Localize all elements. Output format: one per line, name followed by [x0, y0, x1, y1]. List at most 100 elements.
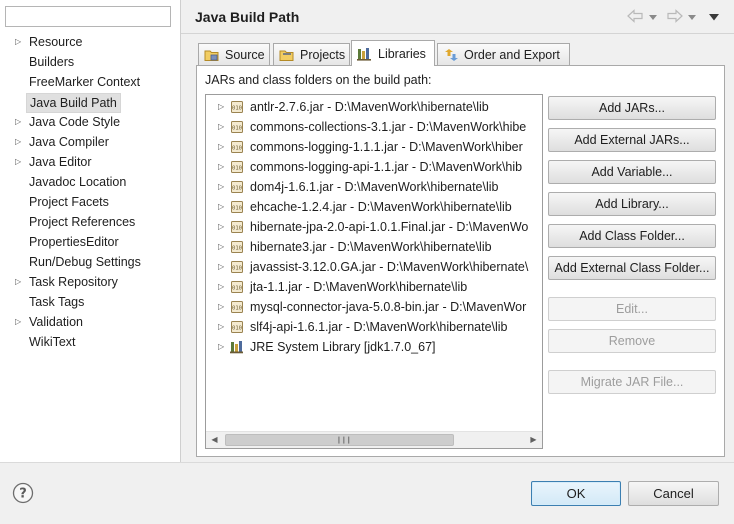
expand-arrow-icon[interactable]: ▷ — [218, 217, 224, 237]
forward-menu-icon[interactable] — [687, 12, 697, 22]
svg-text:?: ? — [19, 487, 27, 502]
back-arrow-icon[interactable] — [627, 9, 643, 23]
sidebar-item-java-compiler[interactable]: ▷ Java Compiler — [0, 132, 181, 152]
tab-label: Projects — [300, 47, 346, 62]
scroll-right-icon[interactable]: ▶ — [525, 432, 542, 448]
svg-text:010: 010 — [232, 106, 242, 112]
svg-text:010: 010 — [232, 246, 242, 252]
view-menu-icon[interactable] — [708, 12, 720, 22]
sidebar-item-freemarker-context[interactable]: FreeMarker Context — [0, 72, 181, 92]
filter-input[interactable] — [5, 6, 171, 27]
edit-button[interactable]: Edit... — [548, 297, 716, 321]
expand-arrow-icon[interactable]: ▷ — [218, 137, 224, 157]
library-item-jta[interactable]: ▷ 010 jta-1.1.jar - D:\MavenWork\hibernate… — [206, 277, 542, 297]
tab-source[interactable]: Source — [198, 43, 270, 65]
sidebar-item-javadoc-location[interactable]: Javadoc Location — [0, 172, 181, 192]
help-icon[interactable]: ? — [12, 482, 34, 504]
scrollbar-thumb[interactable]: ❙❙❙ — [225, 434, 454, 446]
jar-icon: 010 — [231, 181, 243, 193]
library-item-dom4j[interactable]: ▷ 010 dom4j-1.6.1.jar - D:\MavenWork\hiber… — [206, 177, 542, 197]
svg-text:010: 010 — [232, 146, 242, 152]
ok-button[interactable]: OK — [531, 481, 621, 506]
remove-button[interactable]: Remove — [548, 329, 716, 353]
horizontal-scrollbar[interactable]: ◀ ❙❙❙ ▶ — [206, 431, 542, 448]
svg-text:010: 010 — [232, 306, 242, 312]
tab-label: Order and Export — [464, 47, 560, 62]
add-class-folder-button[interactable]: Add Class Folder... — [548, 224, 716, 248]
expand-arrow-icon[interactable]: ▷ — [218, 117, 224, 137]
library-item-jre-system-library[interactable]: ▷ JRE System Library [jdk1.7.0_67] — [206, 337, 542, 357]
sidebar-item-builders[interactable]: Builders — [0, 52, 181, 72]
expand-arrow-icon[interactable]: ▷ — [218, 237, 224, 257]
expand-arrow-icon[interactable]: ▷ — [15, 112, 23, 132]
tab-libraries[interactable]: Libraries — [351, 40, 435, 66]
expand-arrow-icon[interactable]: ▷ — [218, 297, 224, 317]
library-item-commons-collections[interactable]: ▷ 010 commons-collections-3.1.jar - D:\Mav… — [206, 117, 542, 137]
expand-arrow-icon[interactable]: ▷ — [218, 337, 224, 357]
add-variable-button[interactable]: Add Variable... — [548, 160, 716, 184]
sidebar-item-java-build-path[interactable]: Java Build Path — [0, 92, 181, 113]
expand-arrow-icon[interactable]: ▷ — [218, 257, 224, 277]
migrate-jar-file-button[interactable]: Migrate JAR File... — [548, 370, 716, 394]
svg-text:010: 010 — [232, 166, 242, 172]
page-title: Java Build Path — [195, 9, 300, 25]
expand-arrow-icon[interactable]: ▷ — [218, 157, 224, 177]
svg-text:010: 010 — [232, 326, 242, 332]
sidebar-item-task-repository[interactable]: ▷ Task Repository — [0, 272, 181, 292]
sidebar-item-project-references[interactable]: Project References — [0, 212, 181, 232]
tab-label: Source — [225, 47, 265, 62]
library-item-mysql-connector[interactable]: ▷ 010 mysql-connector-java-5.0.8-bin.jar -… — [206, 297, 542, 317]
sidebar-item-project-facets[interactable]: Project Facets — [0, 192, 181, 212]
library-item-antlr[interactable]: ▷ 010 antlr-2.7.6.jar - D:\MavenWork\hiber… — [206, 97, 542, 117]
expand-arrow-icon[interactable]: ▷ — [218, 197, 224, 217]
jar-icon: 010 — [231, 281, 243, 293]
library-item-commons-logging-api[interactable]: ▷ 010 commons-logging-api-1.1.jar - D:\Mav… — [206, 157, 542, 177]
svg-text:010: 010 — [232, 266, 242, 272]
svg-text:010: 010 — [232, 226, 242, 232]
forward-arrow-icon[interactable] — [667, 9, 683, 23]
tab-projects[interactable]: Projects — [273, 43, 350, 65]
sidebar-item-wikitext[interactable]: WikiText — [0, 332, 181, 352]
library-item-commons-logging[interactable]: ▷ 010 commons-logging-1.1.1.jar - D:\Maven… — [206, 137, 542, 157]
expand-arrow-icon[interactable]: ▷ — [218, 177, 224, 197]
expand-arrow-icon[interactable]: ▷ — [15, 132, 23, 152]
expand-arrow-icon[interactable]: ▷ — [15, 32, 23, 52]
sidebar-item-java-editor[interactable]: ▷ Java Editor — [0, 152, 181, 172]
expand-arrow-icon[interactable]: ▷ — [15, 312, 23, 332]
back-menu-icon[interactable] — [648, 12, 658, 22]
projects-icon — [279, 50, 294, 61]
libraries-icon — [357, 47, 371, 61]
add-library-button[interactable]: Add Library... — [548, 192, 716, 216]
sidebar-item-validation[interactable]: ▷ Validation — [0, 312, 181, 332]
library-item-hibernate-jpa[interactable]: ▷ 010 hibernate-jpa-2.0-api-1.0.1.Final.ja… — [206, 217, 542, 237]
expand-arrow-icon[interactable]: ▷ — [15, 272, 23, 292]
expand-arrow-icon[interactable]: ▷ — [218, 97, 224, 117]
add-external-jars-button[interactable]: Add External JARs... — [548, 128, 716, 152]
property-page-list: ▷ Resource Builders FreeMarker Context Ja… — [0, 32, 181, 352]
sidebar-item-resource[interactable]: ▷ Resource — [0, 32, 181, 52]
jar-icon: 010 — [231, 261, 243, 273]
sidebar-item-run-debug-settings[interactable]: Run/Debug Settings — [0, 252, 181, 272]
sidebar-item-java-code-style[interactable]: ▷ Java Code Style — [0, 112, 181, 132]
jar-icon: 010 — [231, 221, 243, 233]
library-item-hibernate3[interactable]: ▷ 010 hibernate3.jar - D:\MavenWork\hibern… — [206, 237, 542, 257]
add-jars-button[interactable]: Add JARs... — [548, 96, 716, 120]
property-page-sidebar: ▷ Resource Builders FreeMarker Context Ja… — [0, 0, 181, 462]
sidebar-item-properties-editor[interactable]: PropertiesEditor — [0, 232, 181, 252]
library-item-slf4j-api[interactable]: ▷ 010 slf4j-api-1.6.1.jar - D:\MavenWork\h… — [206, 317, 542, 337]
cancel-button[interactable]: Cancel — [628, 481, 719, 506]
library-item-javassist[interactable]: ▷ 010 javassist-3.12.0.GA.jar - D:\MavenWo… — [206, 257, 542, 277]
library-list: ▷ 010 antlr-2.7.6.jar - D:\MavenWork\hiber… — [206, 97, 542, 357]
library-tree[interactable]: ▷ 010 antlr-2.7.6.jar - D:\MavenWork\hiber… — [205, 94, 543, 449]
svg-text:010: 010 — [232, 126, 242, 132]
expand-arrow-icon[interactable]: ▷ — [218, 317, 224, 337]
add-external-class-folder-button[interactable]: Add External Class Folder... — [548, 256, 716, 280]
expand-arrow-icon[interactable]: ▷ — [15, 152, 23, 172]
jar-icon: 010 — [231, 301, 243, 313]
tab-order-and-export[interactable]: Order and Export — [437, 43, 570, 65]
library-item-ehcache[interactable]: ▷ 010 ehcache-1.2.4.jar - D:\MavenWork\hib… — [206, 197, 542, 217]
sidebar-item-task-tags[interactable]: Task Tags — [0, 292, 181, 312]
svg-text:010: 010 — [232, 206, 242, 212]
scroll-left-icon[interactable]: ◀ — [206, 432, 223, 448]
expand-arrow-icon[interactable]: ▷ — [218, 277, 224, 297]
